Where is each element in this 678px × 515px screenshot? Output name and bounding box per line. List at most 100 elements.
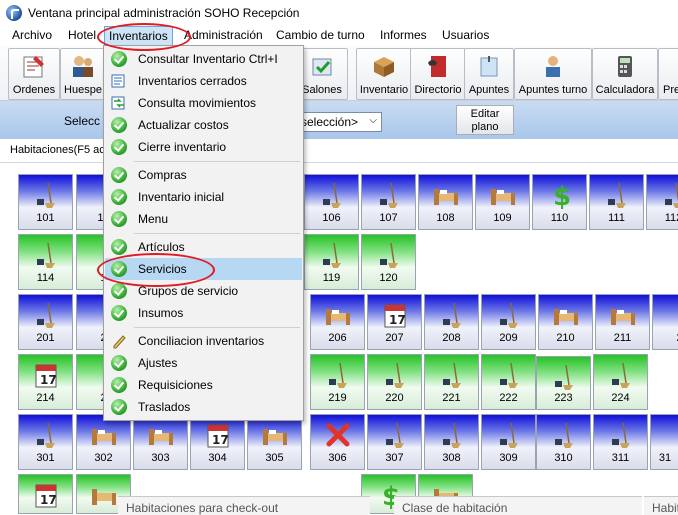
room-tile[interactable]: 108 <box>418 174 473 230</box>
bed-icon <box>608 301 638 329</box>
room-number: 119 <box>305 272 358 284</box>
room-tile[interactable]: 308 <box>424 414 479 470</box>
menu-item-inventarios-cerrados[interactable]: Inventarios cerrados <box>105 70 302 92</box>
bed-icon <box>551 301 581 329</box>
menu-item-insumos[interactable]: Insumos <box>105 302 302 324</box>
broom-icon <box>374 241 404 269</box>
room-tile[interactable]: 305 <box>247 414 302 470</box>
menu-item-ajustes[interactable]: Ajustes <box>105 352 302 374</box>
room-tile[interactable]: 101 <box>18 174 73 230</box>
bed-icon <box>89 481 119 509</box>
calendar-icon: 17 <box>31 361 61 389</box>
menu-item-requisiciones[interactable]: Requisiciones <box>105 374 302 396</box>
menu-item-traslados[interactable]: Traslados <box>105 396 302 418</box>
room-number: 111 <box>590 212 643 224</box>
room-tile[interactable]: 111 <box>589 174 644 230</box>
room-number: 302 <box>77 452 130 464</box>
room-tile[interactable]: 201 <box>18 294 73 350</box>
room-tile[interactable]: 17214 <box>18 354 73 410</box>
room-tile[interactable]: 206 <box>310 294 365 350</box>
room-number: 310 <box>537 452 590 464</box>
menu-item-cierre-inventario[interactable]: Cierre inventario <box>105 136 302 158</box>
room-tile[interactable]: 109 <box>475 174 530 230</box>
room-tile[interactable]: 112 <box>646 174 678 230</box>
room-tile[interactable]: 224 <box>593 354 648 410</box>
menu-item-label: Traslados <box>138 400 190 414</box>
check-icon <box>111 139 127 155</box>
room-number: 101 <box>19 212 72 224</box>
broom-icon <box>31 301 61 329</box>
menu-item-label: Compras <box>138 168 187 182</box>
room-tile[interactable]: 2 <box>652 294 678 350</box>
check-icon <box>111 239 127 255</box>
room-tile[interactable]: 17 <box>18 474 73 514</box>
menu-separator <box>134 233 300 234</box>
room-tile[interactable]: 309 <box>481 414 536 470</box>
check-icon <box>111 305 127 321</box>
calendar-icon: 17 <box>203 421 233 449</box>
checkout-panel-title: Habitaciones para check-out <box>126 501 278 515</box>
room-tile[interactable]: 222 <box>481 354 536 410</box>
room-tile[interactable]: 302 <box>76 414 131 470</box>
room-number: 210 <box>539 332 592 344</box>
broom-icon <box>494 421 524 449</box>
menu-item-label: Inventario inicial <box>138 190 224 204</box>
menu-item-actualizar-costos[interactable]: Actualizar costos <box>105 114 302 136</box>
room-tile[interactable]: 120 <box>361 234 416 290</box>
inventarios-highlight-circle <box>97 23 191 51</box>
menu-item-consulta-movimientos[interactable]: Consulta movimientos <box>105 92 302 114</box>
room-tile[interactable]: 223 <box>536 356 591 410</box>
broom-icon <box>380 361 410 389</box>
room-tile[interactable]: 17304 <box>190 414 245 470</box>
room-number: 112 <box>647 212 678 224</box>
check-icon <box>111 189 127 205</box>
room-tile[interactable]: 31 <box>650 414 678 470</box>
room-tile[interactable]: 221 <box>424 354 479 410</box>
menu-item-label: Consultar Inventario Ctrl+I <box>138 52 278 66</box>
inventarios-dropdown: Consultar Inventario Ctrl+I Inventarios … <box>103 45 304 421</box>
room-tile[interactable]: 306 <box>310 414 365 470</box>
broom-icon <box>31 181 61 209</box>
menu-item-compras[interactable]: Compras <box>105 164 302 186</box>
room-tile[interactable]: 210 <box>538 294 593 350</box>
menu-item-conciliacion[interactable]: Conciliacion inventarios <box>105 330 302 352</box>
menu-item-inventario-inicial[interactable]: Inventario inicial <box>105 186 302 208</box>
room-tile[interactable]: 220 <box>367 354 422 410</box>
movements-icon <box>111 95 127 111</box>
room-tile[interactable]: 119 <box>304 234 359 290</box>
room-tile[interactable]: 208 <box>424 294 479 350</box>
calendar-icon: 17 <box>380 301 410 329</box>
room-tile[interactable]: 219 <box>310 354 365 410</box>
room-tile[interactable]: 310 <box>536 414 591 470</box>
room-tile[interactable]: 301 <box>18 414 73 470</box>
svg-text:$: $ <box>553 182 571 209</box>
check-icon <box>111 355 127 371</box>
list-icon <box>111 73 127 89</box>
room-tile[interactable]: 307 <box>367 414 422 470</box>
room-tile[interactable]: 17207 <box>367 294 422 350</box>
room-number: 208 <box>425 332 478 344</box>
room-tile[interactable]: 114 <box>18 234 73 290</box>
check-icon <box>111 117 127 133</box>
room-tile[interactable]: 106 <box>304 174 359 230</box>
room-number: 2 <box>653 332 678 344</box>
checkout-panel: Habitaciones para check-out <box>118 496 370 515</box>
room-number: 223 <box>537 392 590 404</box>
room-tile[interactable]: $110 <box>532 174 587 230</box>
check-icon <box>111 167 127 183</box>
broom-icon <box>31 421 61 449</box>
menu-item-consultar-inventario[interactable]: Consultar Inventario Ctrl+I <box>105 48 302 70</box>
room-tile[interactable]: 311 <box>593 414 648 470</box>
room-grid: 101 10 106 107 108 109 $110 111 112 114 … <box>0 0 678 514</box>
broom-icon <box>494 301 524 329</box>
room-tile[interactable]: 209 <box>481 294 536 350</box>
room-number: 108 <box>419 212 472 224</box>
room-number: 308 <box>425 452 478 464</box>
menu-separator <box>134 161 300 162</box>
check-icon <box>111 211 127 227</box>
room-tile[interactable]: 107 <box>361 174 416 230</box>
room-tile[interactable]: 303 <box>133 414 188 470</box>
room-tile[interactable]: 211 <box>595 294 650 350</box>
room-class-panel: Clase de habitación <box>394 496 642 515</box>
menu-item-menu[interactable]: Menu <box>105 208 302 230</box>
